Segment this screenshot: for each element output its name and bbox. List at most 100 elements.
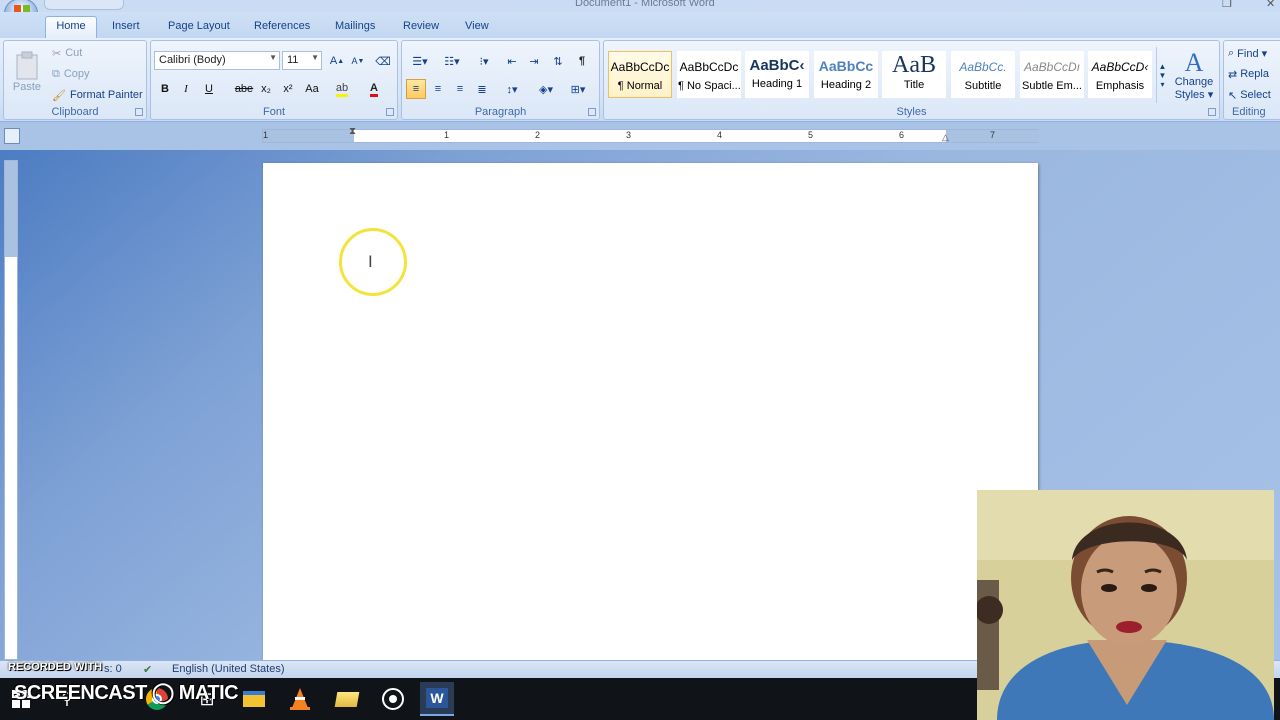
copy-label: Copy [63,68,90,80]
pointer-icon: ↖ [1228,89,1238,102]
chevron-down-icon: ▼ [311,53,319,62]
style-preview: AaBbCcDı [1023,60,1081,74]
change-styles-label-2: Styles ▾ [1174,88,1214,101]
ruler-number: 1 [444,130,450,140]
strikethrough-button[interactable]: abe [233,79,255,99]
close-icon[interactable]: ✕ [1266,0,1275,10]
select-button[interactable]: ↖ Select [1228,86,1271,104]
styles-scroll[interactable]: ▲ ▼ ▾ [1156,47,1168,103]
font-name-value: Calibri (Body) [159,54,226,66]
style-name: ¶ No Spaci... [678,80,740,92]
underline-button[interactable]: U [199,79,219,99]
font-group-label: Font [262,106,285,118]
tab-selector-icon[interactable] [4,128,20,144]
style-preview: AaBbC‹ [749,57,805,74]
cut-label: Cut [65,47,83,59]
vertical-ruler[interactable] [4,160,18,660]
chevron-up-icon: ▲ [1158,61,1167,71]
dialog-launcher-icon[interactable] [1208,108,1216,116]
line-spacing-icon[interactable]: ↕▾ [498,79,526,99]
tab-view[interactable]: View [457,16,497,38]
dialog-launcher-icon[interactable] [386,108,394,116]
folder-icon[interactable] [330,682,364,716]
ruler-number: 3 [626,130,632,140]
paste-label: Paste [12,81,42,93]
bullets-icon[interactable]: ☰▾ [406,51,434,71]
style-heading-1[interactable]: AaBbC‹ Heading 1 [745,51,809,98]
paste-button[interactable]: Paste [10,45,44,99]
ruler-top-margin [5,161,17,257]
recorder-icon[interactable] [376,682,410,716]
shrink-font-button[interactable]: A ▼ [348,51,368,71]
replace-label: Repla [1240,68,1269,80]
style-subtle-emphasis[interactable]: AaBbCcDı Subtle Em... [1020,51,1084,98]
font-name-combo[interactable]: Calibri (Body) ▼ [154,51,280,70]
tab-page-layout[interactable]: Page Layout [160,16,238,38]
horizontal-ruler[interactable]: 1 1 2 3 4 5 6 7 ⧗ △ [262,126,1038,143]
change-styles-button[interactable]: A Change Styles ▾ [1170,45,1218,105]
editing-group: ⌕ Find ▾ ⇄ Repla ↖ Select Editing [1223,40,1280,120]
superscript-button[interactable]: x² [278,79,298,99]
format-painter-button[interactable]: 🖌 Format Painter [52,86,143,104]
change-case-button[interactable]: Aa [301,79,323,99]
ruler-number: 1 [263,130,269,140]
borders-icon[interactable]: ⊞▾ [564,79,592,99]
align-center-icon[interactable]: ≡ [428,79,448,99]
bold-button[interactable]: B [155,79,175,99]
show-formatting-button[interactable]: ¶ [572,51,592,71]
subscript-button[interactable]: x₂ [256,79,276,99]
vlc-icon[interactable] [283,682,317,716]
sort-icon[interactable]: ⇅ [548,51,568,71]
highlight-color-icon[interactable]: ab [331,79,353,99]
clear-formatting-icon[interactable]: ⌫ [373,51,393,71]
find-button[interactable]: ⌕ Find ▾ [1228,44,1267,62]
word-count[interactable]: s: 0 [104,663,122,675]
right-indent-icon[interactable]: △ [942,132,949,143]
binoculars-icon: ⌕ [1228,46,1235,59]
style-title[interactable]: AaB Title [882,51,946,98]
editing-group-label: Editing [1232,106,1266,118]
word-taskbar-icon[interactable]: W [420,682,454,716]
tab-insert[interactable]: Insert [104,16,148,38]
style-heading-2[interactable]: AaBbCc Heading 2 [814,51,878,98]
clipboard-group: Paste ✂ Cut ⧉ Copy 🖌 Format Painter Clipboa… [3,40,147,120]
grow-font-button[interactable]: A ▲ [327,51,347,71]
restore-icon[interactable]: ❐ [1222,0,1232,10]
file-explorer-icon[interactable] [237,682,271,716]
multilevel-list-icon[interactable]: ⁝▾ [470,51,498,71]
copy-button[interactable]: ⧉ Copy [52,65,90,83]
font-color-icon[interactable]: A [363,79,385,99]
replace-button[interactable]: ⇄ Repla [1228,65,1269,83]
italic-button[interactable]: I [176,79,196,99]
font-size-combo[interactable]: 11 ▼ [282,51,322,70]
tab-mailings[interactable]: Mailings [327,16,383,38]
window-title: Document1 - Microsoft Word [575,0,715,9]
justify-icon[interactable]: ≣ [472,79,492,99]
style-emphasis[interactable]: AaBbCcD‹ Emphasis [1088,51,1152,98]
quick-access-toolbar[interactable] [44,0,124,10]
increase-indent-icon[interactable]: ⇥ [524,51,544,71]
shading-icon[interactable]: ◈▾ [532,79,560,99]
dialog-launcher-icon[interactable] [135,108,143,116]
style-name: Emphasis [1095,80,1145,92]
numbering-icon[interactable]: ☷▾ [438,51,466,71]
style-subtitle[interactable]: AaBbCc. Subtitle [951,51,1015,98]
style-no-spacing[interactable]: AaBbCcDc ¶ No Spaci... [677,51,741,98]
decrease-indent-icon[interactable]: ⇤ [502,51,522,71]
style-preview: AaB [892,52,936,78]
tab-home[interactable]: Home [45,16,97,38]
align-left-icon[interactable]: ≡ [406,79,426,99]
style-normal[interactable]: AaBbCcDc ¶ Normal [608,51,672,98]
indent-marker-icon[interactable]: ⧗ [349,126,356,137]
change-styles-label: Change [1174,75,1214,88]
language-indicator[interactable]: English (United States) [172,663,285,675]
ribbon: Paste ✂ Cut ⧉ Copy 🖌 Format Painter Clipboa… [0,38,1280,122]
cut-button[interactable]: ✂ Cut [52,44,82,62]
style-name: Subtle Em... [1022,80,1082,92]
tab-review[interactable]: Review [395,16,447,38]
align-right-icon[interactable]: ≡ [450,79,470,99]
tab-references[interactable]: References [246,16,318,38]
proofing-icon[interactable]: ✔ [143,663,152,676]
dialog-launcher-icon[interactable] [588,108,596,116]
scissors-icon: ✂ [52,47,62,60]
